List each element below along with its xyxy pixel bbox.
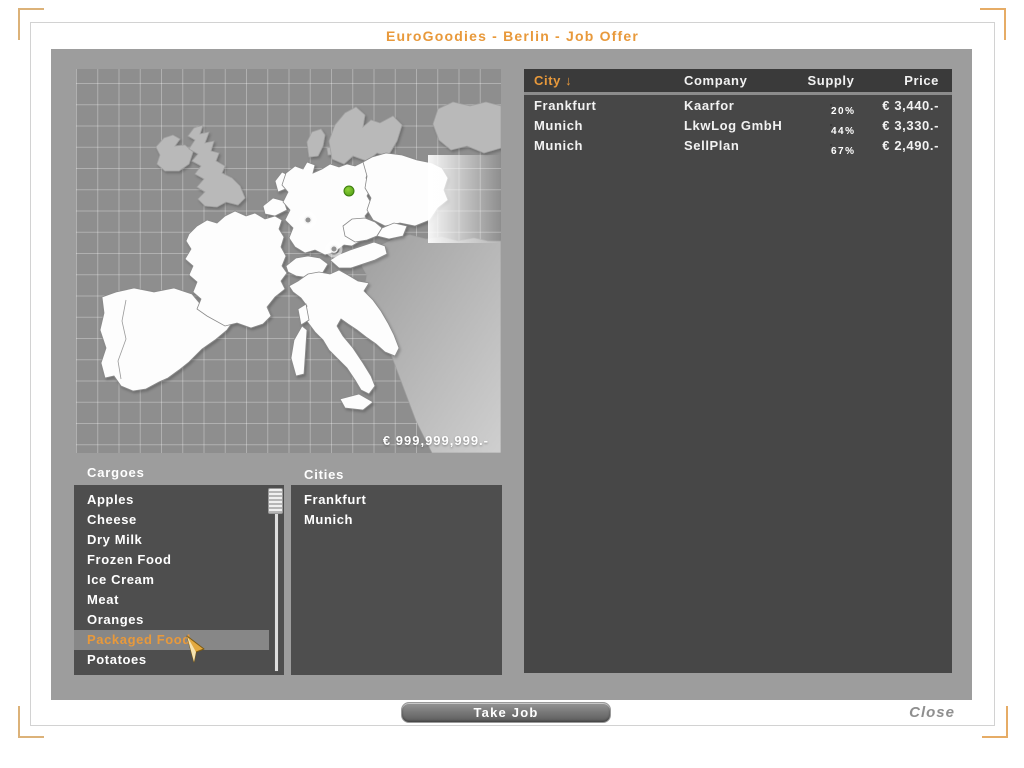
list-item[interactable]: Meat (74, 590, 284, 610)
cargoes-scrollbar-thumb[interactable] (268, 488, 283, 514)
cities-label: Cities (304, 467, 345, 482)
offer-city: Munich (534, 137, 584, 153)
list-item[interactable]: Apples (74, 490, 284, 510)
offer-price: € 2,490.- (882, 137, 939, 153)
offer-city: Munich (534, 117, 584, 133)
map-east-fade (428, 155, 501, 243)
country-denmark (306, 128, 326, 158)
job-offer-window: EuroGoodies - Berlin - Job Offer € 999,9… (30, 22, 995, 726)
country-baltic (432, 101, 501, 154)
offer-price: € 3,440.- (882, 97, 939, 113)
offer-company: Kaarfor (684, 97, 735, 113)
cargoes-list: Apples Cheese Dry Milk Frozen Food Ice Cream… (74, 485, 284, 675)
list-item[interactable]: Cheese (74, 510, 284, 530)
column-header-supply[interactable]: Supply (791, 73, 871, 88)
offer-city: Frankfurt (534, 97, 597, 113)
offers-table: City ↓ Company Supply Price Frankfurt Ka… (524, 69, 952, 673)
close-button[interactable]: Close (909, 704, 955, 721)
column-header-city[interactable]: City ↓ (524, 73, 674, 88)
country-france (184, 210, 288, 329)
offer-price: € 3,330.- (882, 117, 939, 133)
offers-table-header: City ↓ Company Supply Price (524, 69, 952, 95)
country-uk (187, 124, 246, 208)
list-item[interactable]: Frankfurt (291, 490, 502, 510)
mouse-cursor-icon (186, 635, 205, 663)
column-header-company[interactable]: Company (674, 73, 791, 88)
list-item[interactable]: Oranges (74, 610, 284, 630)
money-display: € 999,999,999.- (382, 433, 489, 448)
window-title: EuroGoodies - Berlin - Job Offer (385, 28, 640, 44)
offer-company: LkwLog GmbH (684, 117, 783, 133)
list-item[interactable]: Frozen Food (74, 550, 284, 570)
column-header-price[interactable]: Price (871, 73, 952, 88)
cities-list: Frankfurt Munich (291, 485, 502, 675)
island-sardinia (290, 325, 308, 377)
list-item[interactable]: Ice Cream (74, 570, 284, 590)
main-panel: € 999,999,999.- City ↓ Company Supply Pr… (51, 49, 972, 700)
cities-items: Frankfurt Munich (291, 490, 502, 530)
cargoes-items: Apples Cheese Dry Milk Frozen Food Ice Cream… (74, 490, 284, 670)
list-item[interactable]: Munich (291, 510, 502, 530)
europe-map[interactable]: € 999,999,999.- (76, 69, 501, 453)
berlin-marker[interactable] (341, 183, 357, 199)
offer-row[interactable]: Frankfurt Kaarfor 20% € 3,440.- (524, 95, 952, 118)
europe-map-graphic (99, 101, 501, 453)
offer-row[interactable]: Munich SellPlan 67% € 2,490.- (524, 135, 952, 158)
cargoes-label: Cargoes (87, 465, 145, 480)
island-sicily (339, 393, 374, 411)
cargoes-scrollbar-track[interactable] (275, 489, 278, 671)
country-ireland (155, 134, 194, 172)
offers-table-body: Frankfurt Kaarfor 20% € 3,440.- Munich L… (524, 95, 952, 158)
list-item[interactable]: Packaged Food (74, 630, 269, 650)
list-item[interactable]: Potatoes (74, 650, 284, 670)
take-job-button[interactable]: Take Job (401, 702, 611, 723)
offer-company: SellPlan (684, 137, 740, 153)
offer-row[interactable]: Munich LkwLog GmbH 44% € 3,330.- (524, 115, 952, 138)
list-item[interactable]: Dry Milk (74, 530, 284, 550)
